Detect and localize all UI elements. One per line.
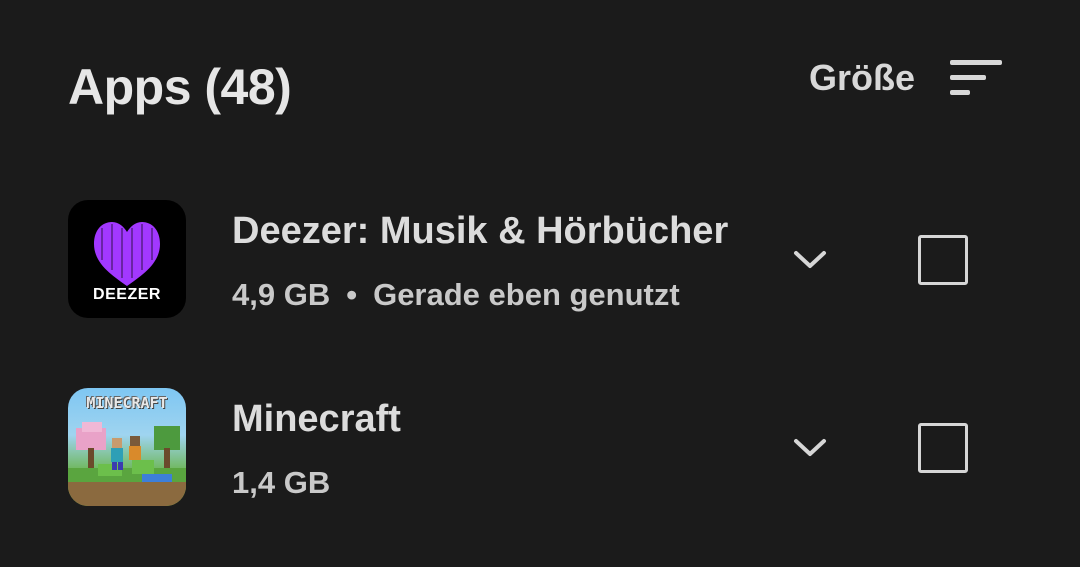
select-checkbox[interactable] <box>918 235 968 285</box>
chevron-down-icon <box>794 439 826 456</box>
expand-button[interactable] <box>780 230 840 290</box>
app-name: Minecraft <box>232 398 401 440</box>
expand-button[interactable] <box>780 418 840 478</box>
app-meta: 4,9 GB • Gerade eben genutzt <box>232 277 680 313</box>
page-title: Apps (48) <box>68 59 292 115</box>
deezer-app-icon: DEEZER <box>68 200 186 318</box>
app-name: Deezer: Musik & Hörbücher <box>232 210 729 252</box>
meta-separator: • <box>346 277 358 312</box>
sort-label: Größe <box>809 57 916 98</box>
deezer-icon-text: DEEZER <box>93 286 161 303</box>
sort-button[interactable]: Größe <box>800 48 1020 108</box>
storage-app-list-screen: Apps (48) Größe DEEZER Deezer: Musik & H… <box>0 0 1080 567</box>
app-row-deezer[interactable]: DEEZER Deezer: Musik & Hörbücher 4,9 GB •… <box>0 190 1080 360</box>
list-header: Apps (48) Größe <box>0 0 1080 160</box>
minecraft-app-icon: MINECRAFT <box>68 388 186 506</box>
app-last-used: Gerade eben genutzt <box>373 277 680 312</box>
chevron-down-icon <box>794 251 826 268</box>
app-size: 4,9 GB <box>232 277 331 312</box>
app-size: 1,4 GB <box>232 465 331 500</box>
select-checkbox[interactable] <box>918 423 968 473</box>
minecraft-logo-text: MINECRAFT <box>86 394 168 412</box>
app-meta: 1,4 GB <box>232 465 330 501</box>
sort-icon <box>950 60 1002 95</box>
app-row-minecraft[interactable]: MINECRAFT Minecraft 1,4 GB <box>0 378 1080 548</box>
